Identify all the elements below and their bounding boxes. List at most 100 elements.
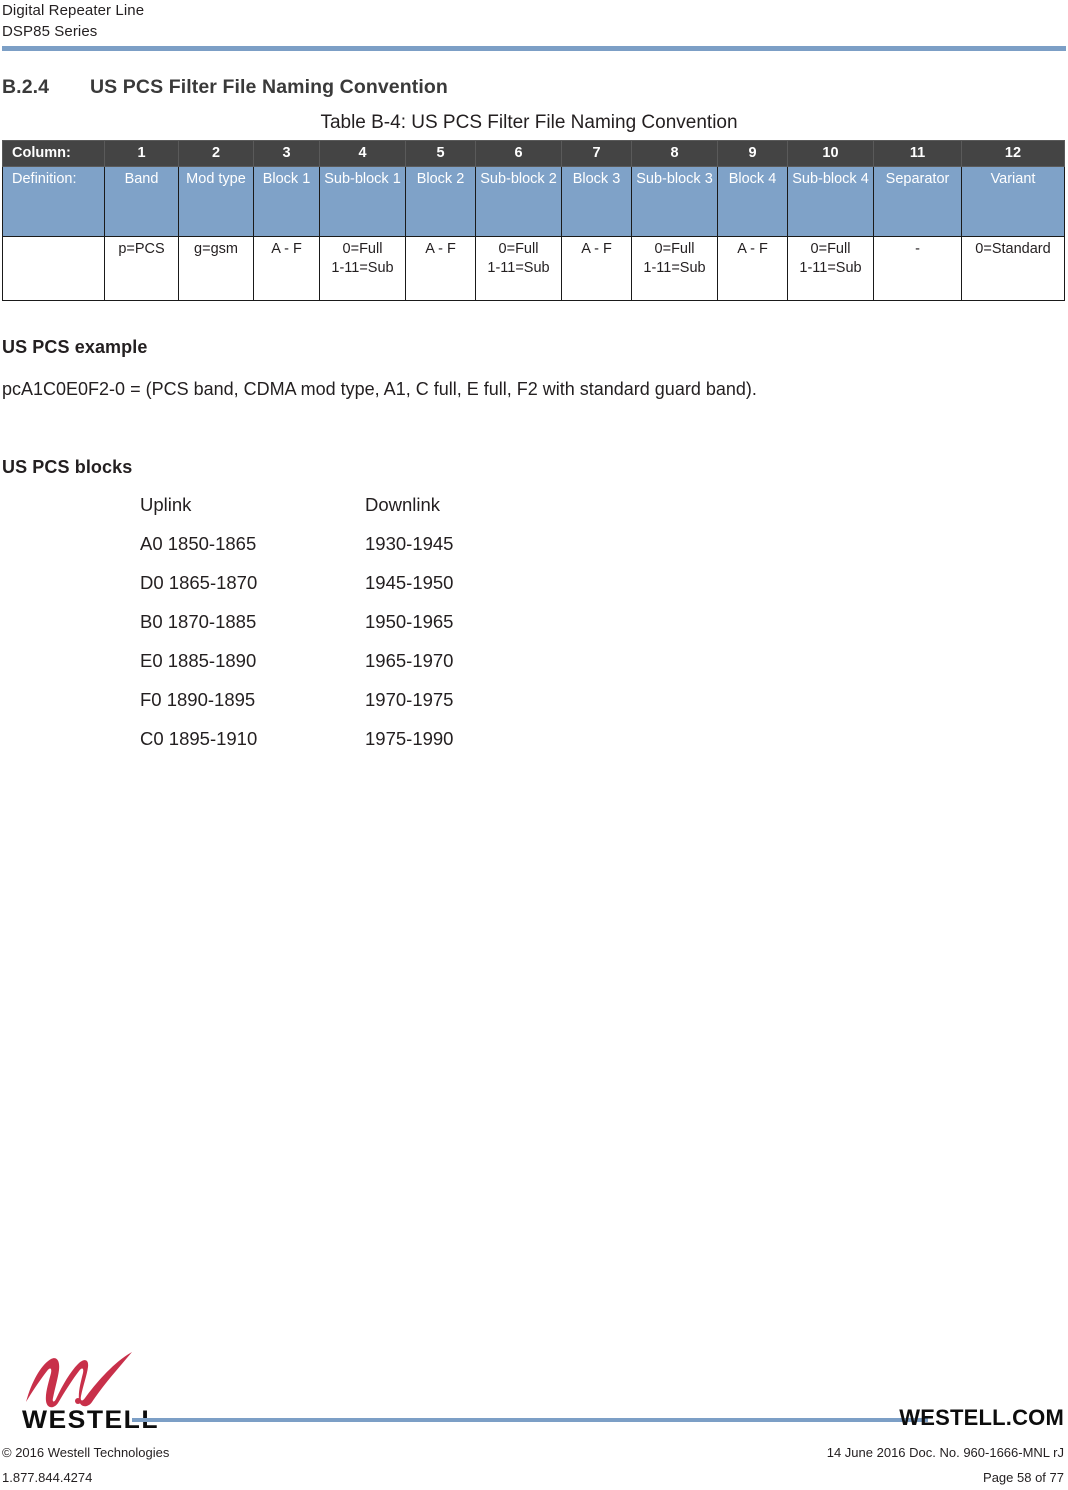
table-column-number: 11 bbox=[873, 140, 962, 167]
table-value-cell: - bbox=[873, 236, 962, 301]
table-value-line: 0=Full bbox=[654, 241, 695, 257]
blocks-row: F0 1890-1895 1970-1975 bbox=[140, 689, 595, 728]
westell-logo: WESTELL bbox=[22, 1350, 158, 1434]
table-row-definitions: Definition: Band Mod type Block 1 Sub-block … bbox=[2, 166, 1065, 237]
table-column-number: 1 bbox=[104, 140, 179, 167]
table-value-cell: A - F bbox=[561, 236, 632, 301]
table-value-cell: p=PCS bbox=[104, 236, 179, 301]
table-value-cell: A - F bbox=[717, 236, 788, 301]
table-definition-label: Definition: bbox=[2, 166, 105, 237]
table-definition-cell: Separator bbox=[873, 166, 962, 237]
blocks-downlink-value: 1945-1950 bbox=[365, 572, 454, 593]
table-value-line: 1-11=Sub bbox=[643, 260, 706, 276]
blocks-uplink-header: Uplink bbox=[140, 494, 192, 515]
footer-right-block: 14 June 2016 Doc. No. 960-1666-MNL rJ Pa… bbox=[827, 1440, 1064, 1490]
footer-copyright: © 2016 Westell Technologies bbox=[2, 1445, 170, 1460]
table-value-line: 1-11=Sub bbox=[331, 260, 394, 276]
table-value-line: 0=Full bbox=[810, 241, 851, 257]
footer-doc-info: 14 June 2016 Doc. No. 960-1666-MNL rJ bbox=[826, 1445, 1064, 1460]
blocks-heading: US PCS blocks bbox=[2, 457, 133, 477]
header-divider-rule bbox=[2, 46, 1066, 51]
blocks-uplink-value: C0 1895-1910 bbox=[140, 728, 258, 749]
section-number: B.2.4 bbox=[2, 76, 50, 98]
table-column-number: 3 bbox=[253, 140, 320, 167]
table-value-line: 0=Standard bbox=[975, 241, 1051, 257]
blocks-row: C0 1895-1910 1975-1990 bbox=[140, 728, 595, 767]
table-caption: Table B-4: US PCS Filter File Naming Con… bbox=[320, 112, 738, 133]
table-value-cell: g=gsm bbox=[178, 236, 254, 301]
table-definition-cell: Block 2 bbox=[405, 166, 476, 237]
table-value-line: A - F bbox=[581, 241, 612, 257]
table-definition-cell: Sub-block 3 bbox=[631, 166, 718, 237]
table-value-line: 1-11=Sub bbox=[487, 260, 550, 276]
table-definition-cell: Mod type bbox=[178, 166, 254, 237]
table-value-line: g=gsm bbox=[194, 241, 238, 257]
footer-left-block: © 2016 Westell Technologies 1.877.844.42… bbox=[2, 1440, 169, 1490]
table-definition-cell: Sub-block 4 bbox=[787, 166, 874, 237]
table-definition-cell: Block 1 bbox=[253, 166, 320, 237]
table-value-line: A - F bbox=[271, 241, 302, 257]
blocks-downlink-value: 1965-1970 bbox=[365, 650, 454, 671]
westell-swoosh-icon bbox=[26, 1352, 132, 1408]
table-value-cell: 0=Standard bbox=[961, 236, 1065, 301]
blocks-downlink-header: Downlink bbox=[365, 494, 441, 515]
footer-page-info: Page 58 of 77 bbox=[983, 1470, 1064, 1485]
table-definition-cell: Sub-block 2 bbox=[475, 166, 562, 237]
example-text: pcA1C0E0F2-0 = (PCS band, CDMA mod type,… bbox=[2, 379, 757, 399]
blocks-list: Uplink Downlink A0 1850-1865 1930-1945 D0 … bbox=[140, 494, 595, 767]
table-column-number: 7 bbox=[561, 140, 632, 167]
blocks-row: A0 1850-1865 1930-1945 bbox=[140, 533, 595, 572]
blocks-uplink-value: F0 1890-1895 bbox=[140, 689, 256, 710]
blocks-downlink-value: 1970-1975 bbox=[365, 689, 454, 710]
table-definition-cell: Band bbox=[104, 166, 179, 237]
table-value-line: 0=Full bbox=[342, 241, 383, 257]
blocks-uplink-value: B0 1870-1885 bbox=[140, 611, 257, 632]
blocks-row: B0 1870-1885 1950-1965 bbox=[140, 611, 595, 650]
blocks-downlink-value: 1950-1965 bbox=[365, 611, 454, 632]
blocks-uplink-value: D0 1865-1870 bbox=[140, 572, 258, 593]
blocks-uplink-value: E0 1885-1890 bbox=[140, 650, 257, 671]
table-value-cell: 0=Full 1-11=Sub bbox=[475, 236, 562, 301]
table-definition-cell: Block 3 bbox=[561, 166, 632, 237]
table-column-number: 8 bbox=[631, 140, 718, 167]
section-heading: B.2.4 US PCS Filter File Naming Conventi… bbox=[2, 76, 1042, 99]
table-value-cell: 0=Full 1-11=Sub bbox=[787, 236, 874, 301]
blocks-row: D0 1865-1870 1945-1950 bbox=[140, 572, 595, 611]
page-header: Digital Repeater Line DSP85 Series bbox=[0, 0, 1068, 51]
table-value-cell: A - F bbox=[405, 236, 476, 301]
table-value-line: A - F bbox=[737, 241, 768, 257]
table-value-line: 0=Full bbox=[498, 241, 539, 257]
blocks-uplink-value: A0 1850-1865 bbox=[140, 533, 257, 554]
section-title: US PCS Filter File Naming Convention bbox=[90, 76, 448, 98]
table-column-number: 2 bbox=[178, 140, 254, 167]
table-definition-cell: Block 4 bbox=[717, 166, 788, 237]
table-definition-cell: Sub-block 1 bbox=[319, 166, 406, 237]
table-value-line: p=PCS bbox=[118, 241, 165, 257]
footer-divider-rule bbox=[132, 1418, 928, 1422]
blocks-row: E0 1885-1890 1965-1970 bbox=[140, 650, 595, 689]
header-series: DSP85 Series bbox=[2, 23, 98, 40]
naming-convention-table: Column: 1 2 3 4 5 6 7 8 9 10 11 12 Definition: Band Mod… bbox=[2, 140, 1065, 301]
table-column-number: 10 bbox=[787, 140, 874, 167]
example-heading: US PCS example bbox=[2, 337, 148, 357]
table-value-cell: 0=Full 1-11=Sub bbox=[319, 236, 406, 301]
table-column-number: 6 bbox=[475, 140, 562, 167]
table-column-number: 12 bbox=[961, 140, 1065, 167]
table-row-column-numbers: Column: 1 2 3 4 5 6 7 8 9 10 11 12 bbox=[2, 140, 1065, 167]
blocks-downlink-value: 1930-1945 bbox=[365, 533, 454, 554]
blocks-downlink-value: 1975-1990 bbox=[365, 728, 454, 749]
table-row-values: p=PCS g=gsm A - F 0=Full 1-11=Sub A - F 0=Full… bbox=[2, 236, 1065, 301]
table-value-line: 1-11=Sub bbox=[799, 260, 862, 276]
table-value-line: - bbox=[915, 241, 920, 257]
table-column-number: 5 bbox=[405, 140, 476, 167]
table-definition-cell: Variant bbox=[961, 166, 1065, 237]
footer-phone: 1.877.844.4274 bbox=[2, 1470, 93, 1485]
table-value-cell: A - F bbox=[253, 236, 320, 301]
footer-website: WESTELL.COM bbox=[899, 1405, 1064, 1430]
table-values-label bbox=[2, 236, 105, 301]
table-column-label: Column: bbox=[2, 140, 105, 167]
table-value-cell: 0=Full 1-11=Sub bbox=[631, 236, 718, 301]
header-product-line: Digital Repeater Line bbox=[2, 2, 145, 19]
table-column-number: 4 bbox=[319, 140, 406, 167]
blocks-column-headers: Uplink Downlink bbox=[140, 494, 595, 533]
